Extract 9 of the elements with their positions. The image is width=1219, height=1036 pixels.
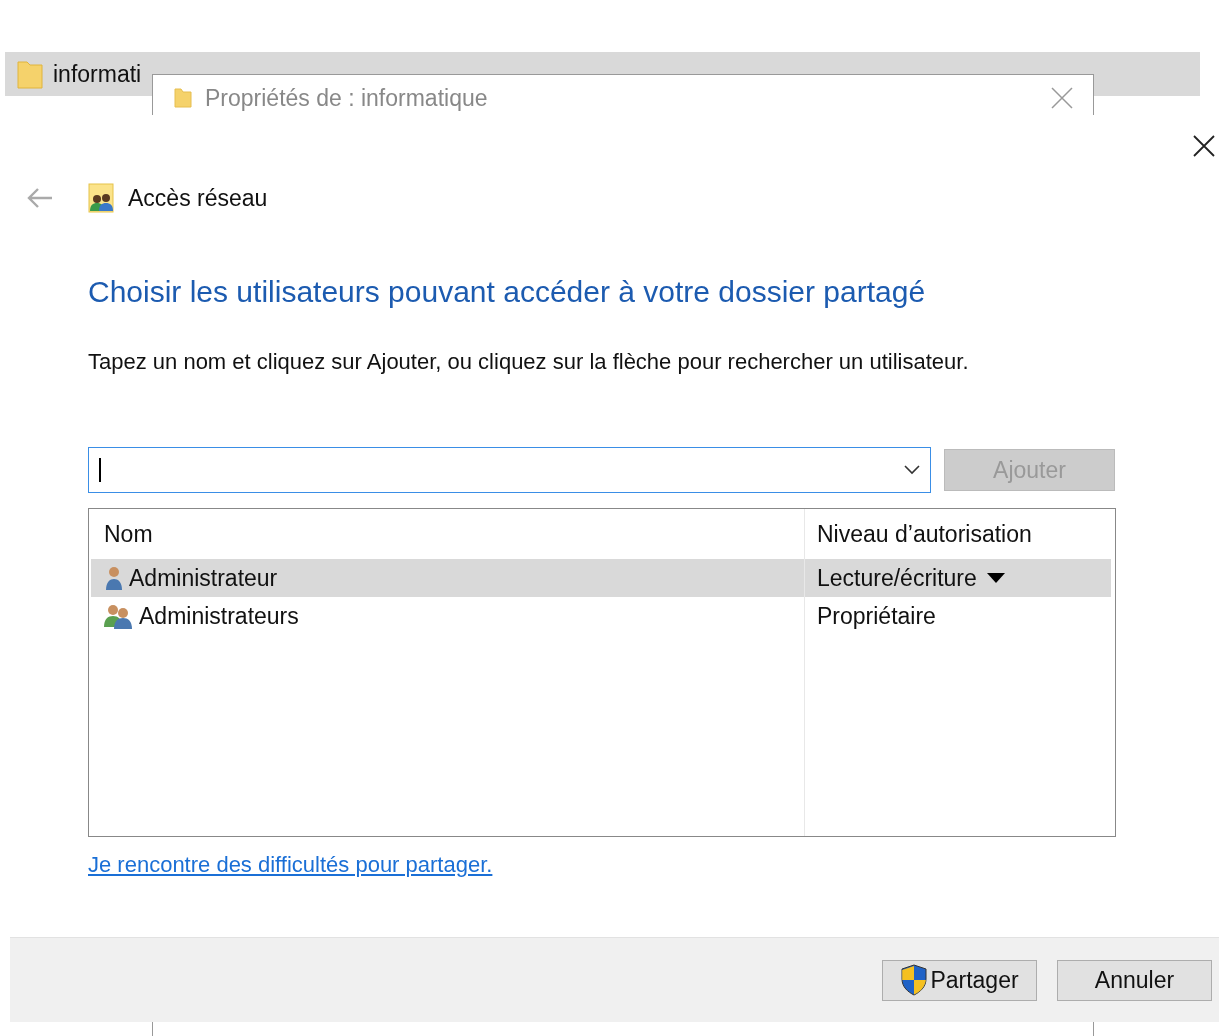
wizard-title: Accès réseau [128,184,268,212]
heading: Choisir les utilisateurs pouvant accéder à votre dossier partagé [88,275,927,309]
user-name: Administrateur [129,564,278,592]
permission-level: Lecture/écriture [817,564,977,592]
instruction-text: Tapez un nom et cliquez sur Ajouter, ou cliquez sur la flèche pour rechercher un utilisateur. [88,349,970,375]
permission-level: Propriétaire [817,602,936,630]
window-title: Propriétés de : informatique [205,84,489,112]
file-name: informati [53,60,142,88]
user-name: Administrateurs [139,602,299,630]
